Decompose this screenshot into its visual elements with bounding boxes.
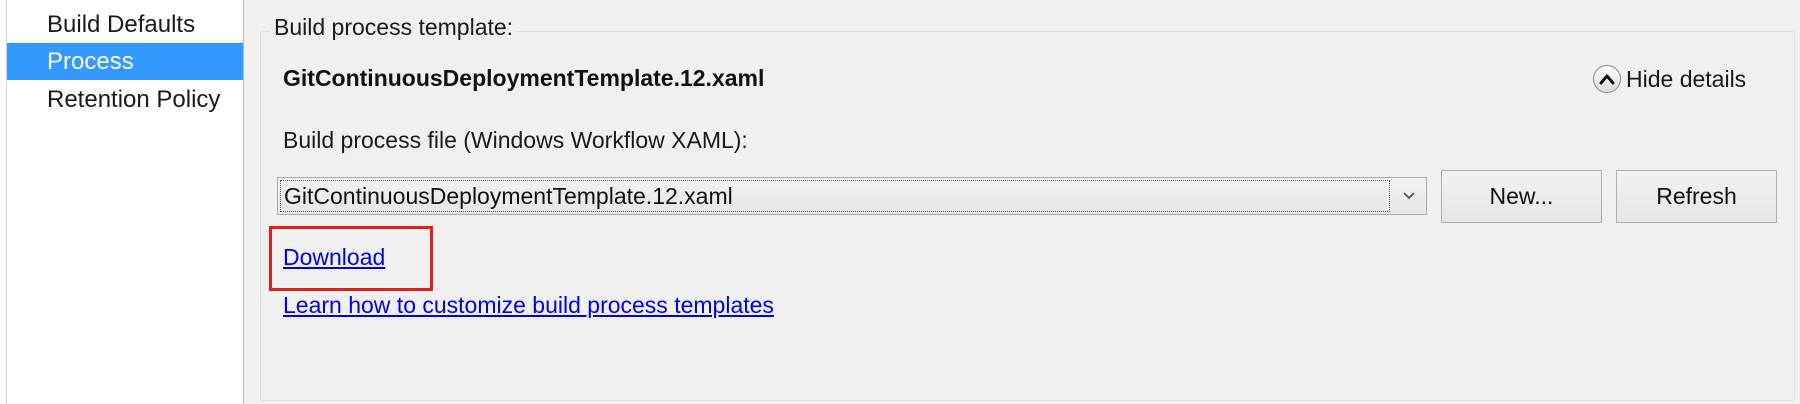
sidebar-item-retention-policy[interactable]: Retention Policy xyxy=(7,81,243,118)
new-button[interactable]: New... xyxy=(1441,170,1602,223)
hide-details-label[interactable]: Hide details xyxy=(1626,66,1746,93)
refresh-button[interactable]: Refresh xyxy=(1616,170,1777,223)
sidebar: Build Defaults Process Retention Policy xyxy=(0,0,244,404)
template-name: GitContinuousDeploymentTemplate.12.xaml xyxy=(283,65,765,91)
process-settings-window: Build Defaults Process Retention Policy … xyxy=(0,0,1800,404)
build-process-file-label: Build process file (Windows Workflow XAM… xyxy=(283,127,748,153)
chevron-up-icon[interactable] xyxy=(1593,65,1621,93)
group-title: Build process template: xyxy=(270,14,518,41)
hide-details-toggle[interactable]: Hide details xyxy=(1593,62,1746,96)
download-link[interactable]: Download xyxy=(283,244,385,271)
build-process-file-select[interactable]: GitContinuousDeploymentTemplate.12.xaml xyxy=(277,177,1427,215)
build-process-file-value[interactable]: GitContinuousDeploymentTemplate.12.xaml xyxy=(280,180,1390,212)
learn-customize-link[interactable]: Learn how to customize build process tem… xyxy=(283,292,774,319)
process-panel: Build process template: GitContinuousDep… xyxy=(244,0,1800,404)
sidebar-item-build-defaults[interactable]: Build Defaults xyxy=(7,6,243,43)
chevron-down-icon[interactable] xyxy=(1392,178,1426,214)
sidebar-item-process[interactable]: Process xyxy=(7,43,243,80)
